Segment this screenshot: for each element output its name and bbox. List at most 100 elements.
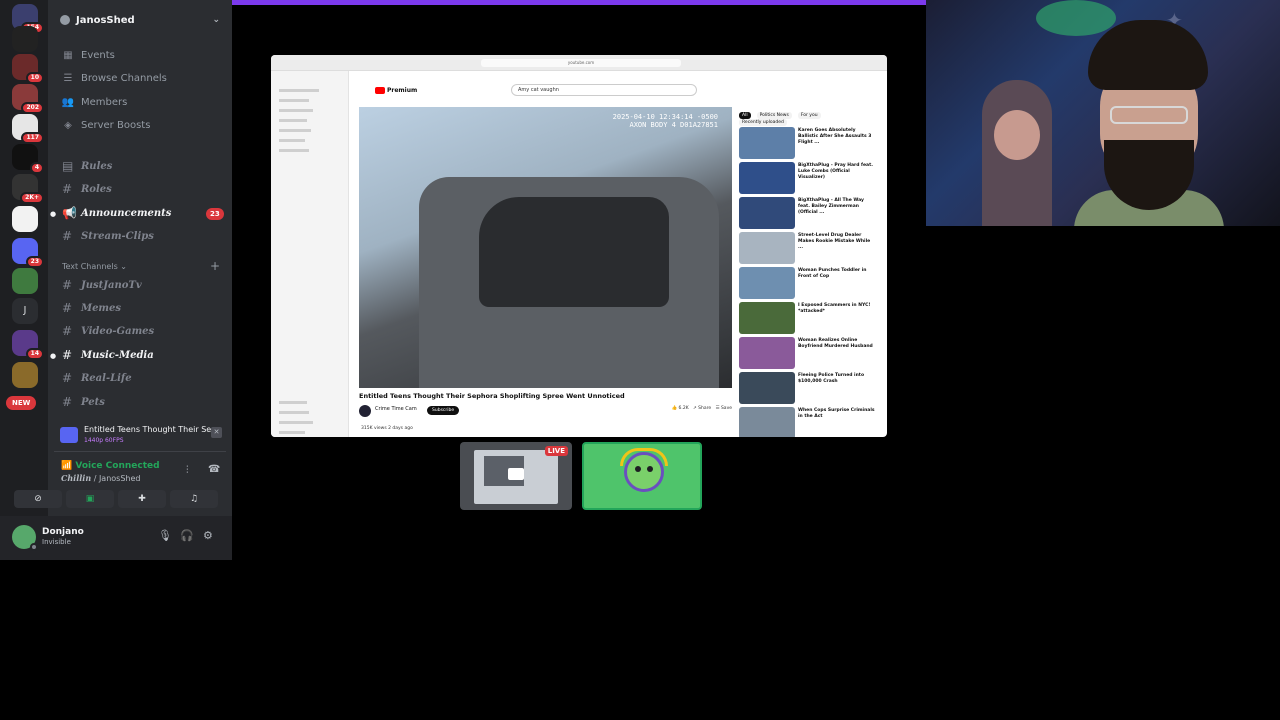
- recommended-video[interactable]: Street-Level Drug Dealer Makes Rookie Mi…: [739, 232, 879, 264]
- channel-label: Music-Media: [81, 349, 154, 361]
- hash-icon: #: [62, 301, 73, 315]
- webcam-person: [982, 80, 1052, 226]
- recommended-title: Woman Realizes Online Boyfriend Murdered…: [798, 338, 873, 349]
- microphone-icon[interactable]: 🎙: [158, 529, 172, 542]
- channel-label: Memes: [81, 302, 122, 314]
- webcam-feed: ✦: [926, 0, 1280, 226]
- channel-name[interactable]: Crime Time Cam: [375, 406, 417, 412]
- server-icon[interactable]: [12, 206, 38, 232]
- activities-button[interactable]: ✚: [118, 490, 166, 508]
- server-icon[interactable]: [12, 268, 38, 294]
- channel-avatar[interactable]: [359, 405, 371, 417]
- signal-icon: 📶: [61, 461, 73, 471]
- channel-rules[interactable]: ▤ Rules: [62, 157, 112, 175]
- nav-server-boosts[interactable]: ◈ Server Boosts: [62, 116, 150, 134]
- server-icon[interactable]: 2K+: [12, 174, 44, 204]
- recommended-video[interactable]: I Exposed Scammers in NYC! *attacked*: [739, 302, 879, 334]
- unread-dot-icon: ●: [50, 350, 57, 360]
- chip[interactable]: For you: [797, 112, 821, 119]
- screen: 154 10 202 117 4 2K+ 23 J 14 NEW JanosSh…: [0, 0, 1280, 720]
- channel-label: Pets: [81, 396, 105, 408]
- youtube-play-icon: [375, 87, 385, 94]
- server-icon[interactable]: J: [12, 298, 38, 324]
- channel-memes[interactable]: # Memes: [62, 299, 121, 317]
- bodycam-timestamp: 2025-04-10 12:34:14 -0500 AXON BODY 4 D0…: [613, 113, 718, 129]
- like-count: 6.2K: [678, 406, 689, 411]
- chip[interactable]: All: [739, 112, 751, 119]
- server-verified-icon: [60, 15, 70, 25]
- youtube-search-input[interactable]: Amy cat vaughn: [511, 84, 697, 96]
- video-thumbnail: [739, 127, 795, 159]
- stream-tile-user[interactable]: [582, 442, 702, 510]
- close-icon[interactable]: ✕: [211, 427, 222, 438]
- recommended-video[interactable]: Karen Goes Absolutely Ballistic After Sh…: [739, 127, 879, 159]
- server-icon[interactable]: 10: [12, 54, 44, 84]
- subscribe-button[interactable]: Subscribe: [427, 406, 460, 415]
- screen-share-button[interactable]: ▣: [66, 490, 114, 508]
- nav-browse-channels[interactable]: ☰ Browse Channels: [62, 69, 167, 87]
- user-panel: Donjano Invisible 🎙 🎧 ⚙: [0, 516, 232, 560]
- nav-events[interactable]: ▦ Events: [62, 46, 115, 64]
- channel-pets[interactable]: # Pets: [62, 393, 105, 411]
- video-car-window: [479, 197, 669, 307]
- server-icon[interactable]: 4: [12, 144, 44, 174]
- calendar-icon: ▦: [63, 49, 73, 61]
- add-channel-icon[interactable]: +: [210, 259, 220, 273]
- guild-header[interactable]: JanosShed ⌄: [48, 6, 232, 34]
- chip[interactable]: Recently uploaded: [739, 119, 787, 126]
- channel-real-life[interactable]: # Real-Life: [62, 369, 132, 387]
- announcement-icon: 📢: [62, 206, 77, 220]
- voice-connected-label[interactable]: 📶 Voice Connected: [61, 461, 160, 471]
- nav-members[interactable]: 👥 Members: [62, 93, 128, 111]
- noise-suppression-icon[interactable]: ⫶: [186, 465, 189, 476]
- server-icon[interactable]: 202: [12, 84, 44, 114]
- server-icon[interactable]: 23: [12, 238, 44, 268]
- share-icon[interactable]: ↗: [693, 406, 697, 411]
- recommended-video[interactable]: Woman Punches Toddler in Front of Cop: [739, 267, 879, 299]
- youtube-logo[interactable]: Premium: [375, 87, 417, 94]
- stream-preview-card[interactable]: Entitled Teens Thought Their Sephora Sh.…: [54, 420, 226, 452]
- category-text-channels[interactable]: Text Channels ⌄: [62, 262, 127, 271]
- channel-justjanotv[interactable]: # JustJanoTv: [62, 276, 142, 294]
- channel-stream-clips[interactable]: # Stream-Clips: [62, 227, 154, 245]
- voice-channel-path[interactable]: Chillin / JanosShed: [61, 473, 140, 483]
- share-label[interactable]: Share: [698, 406, 711, 411]
- soundboard-button[interactable]: ♫: [170, 490, 218, 508]
- channel-label: Rules: [81, 160, 113, 172]
- unread-dot-icon: ●: [50, 208, 57, 218]
- channel-label: Real-Life: [81, 372, 132, 384]
- gear-icon[interactable]: ⚙: [203, 529, 213, 542]
- shared-browser-window[interactable]: youtube.com Premium Amy cat vaughn 2025-…: [271, 55, 887, 437]
- avatar[interactable]: [12, 525, 38, 551]
- server-icon[interactable]: [12, 362, 38, 388]
- stream-tile-screen[interactable]: LIVE: [460, 442, 572, 510]
- camera-off-button[interactable]: ⊘: [14, 490, 62, 508]
- server-icon[interactable]: 14: [12, 330, 44, 360]
- recommended-title: Street-Level Drug Dealer Makes Rookie Mi…: [798, 233, 871, 250]
- video-thumbnail: [739, 302, 795, 334]
- hash-icon: #: [62, 395, 73, 409]
- voice-channel-name: Chillin: [61, 473, 92, 483]
- server-icon[interactable]: 117: [12, 114, 44, 144]
- channel-music-media[interactable]: ● # Music-Media: [50, 346, 154, 364]
- channel-video-games[interactable]: # Video-Games: [62, 322, 154, 340]
- recommended-video[interactable]: BigXthaPlug - All The Way feat. Bailey Z…: [739, 197, 879, 229]
- mention-badge: 23: [206, 208, 224, 220]
- recommended-video[interactable]: Woman Realizes Online Boyfriend Murdered…: [739, 337, 879, 369]
- stream-quality: 1440p 60FPS: [84, 437, 124, 444]
- save-icon[interactable]: ☰: [715, 406, 719, 411]
- save-label[interactable]: Save: [721, 406, 732, 411]
- video-player[interactable]: 2025-04-10 12:34:14 -0500 AXON BODY 4 D0…: [359, 107, 732, 388]
- disconnect-icon[interactable]: ☎: [208, 464, 220, 475]
- new-unreads-pill[interactable]: NEW: [6, 396, 37, 410]
- chip[interactable]: Politics News: [756, 112, 792, 119]
- like-icon[interactable]: 👍: [672, 406, 678, 411]
- recommended-video[interactable]: Fleeing Police Turned into $100,000 Cras…: [739, 372, 879, 404]
- channel-roles[interactable]: # Roles: [62, 180, 112, 198]
- recommended-video[interactable]: When Cops Surprise Criminals in the Act: [739, 407, 879, 437]
- headphones-icon[interactable]: 🎧: [180, 529, 194, 542]
- channel-announcements[interactable]: ● 📢 Announcements: [50, 204, 171, 222]
- server-icon[interactable]: [12, 26, 38, 52]
- video-actions: 👍 6.2K ↗ Share ☰ Save: [672, 406, 733, 411]
- recommended-video[interactable]: BigXthaPlug - Pray Hard feat. Luke Combs…: [739, 162, 879, 194]
